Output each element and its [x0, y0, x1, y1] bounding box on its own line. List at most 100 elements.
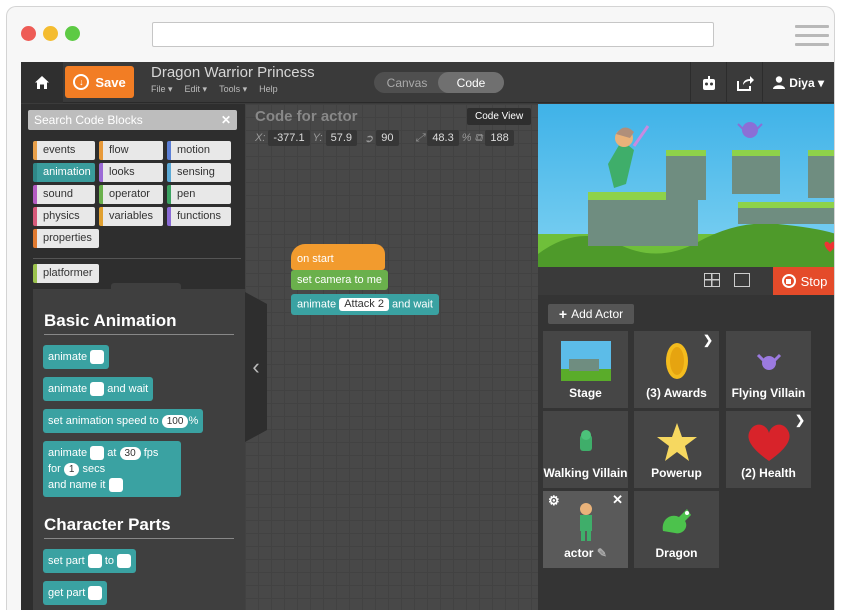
depth-icon: ⧉ [474, 131, 483, 144]
collapse-palette-button[interactable]: ‹ [245, 292, 267, 442]
block-set-part[interactable]: set part to [43, 549, 137, 573]
actor-label-text: actor [564, 546, 594, 560]
category-motion[interactable]: motion [167, 141, 231, 160]
category-animation[interactable]: animation [33, 163, 95, 182]
extension-platformer[interactable]: platformer [33, 264, 99, 283]
url-bar[interactable] [152, 22, 714, 47]
block-slot[interactable] [87, 554, 102, 569]
actor-label: (2) Health [741, 466, 796, 480]
save-button[interactable]: ↓ Save [65, 66, 134, 98]
tab-canvas[interactable]: Canvas [374, 72, 440, 93]
gear-icon[interactable]: ⚙ [548, 493, 560, 509]
block-animate-fps[interactable]: animate at 30 fps for 1 secs and name it [43, 441, 181, 497]
actor-tile-actor[interactable]: ⚙ ✕ actor ✎ [543, 491, 628, 568]
chevron-down-icon[interactable]: ❯ [795, 413, 805, 427]
coin-icon [665, 343, 688, 379]
maximize-dot[interactable] [65, 26, 80, 41]
category-events[interactable]: events [33, 141, 95, 160]
category-pen[interactable]: pen [167, 185, 231, 204]
block-get-part[interactable]: get part [43, 581, 108, 605]
block-slot[interactable] [117, 554, 132, 569]
block-palette: Search Code Blocks ✕ events flow motion … [21, 104, 248, 610]
top-bar: ↓ Save Dragon Warrior Princess File ▾ Ed… [21, 62, 834, 103]
share-icon [736, 75, 754, 91]
actor-tile-walking-villain[interactable]: Walking Villain [543, 411, 628, 488]
project-title[interactable]: Dragon Warrior Princess [151, 64, 315, 81]
pencil-icon[interactable]: ✎ [597, 546, 607, 560]
user-icon [773, 76, 786, 89]
y-label: Y: [312, 132, 323, 144]
block-text: % [188, 415, 199, 427]
x-field[interactable]: -377.1 [268, 130, 310, 146]
block-on-start[interactable]: on start [291, 244, 385, 270]
block-slot[interactable] [90, 350, 105, 365]
share-button[interactable] [726, 62, 762, 103]
grid-icon[interactable] [704, 273, 720, 287]
block-text: animate [48, 351, 88, 363]
add-actor-button[interactable]: + Add Actor [548, 304, 634, 324]
menu-file[interactable]: File ▾ [151, 84, 173, 95]
depth-field[interactable]: 188 [485, 130, 514, 146]
actor-tile-awards[interactable]: ❯ (3) Awards [634, 331, 719, 408]
block-slot[interactable] [90, 446, 105, 461]
close-icon[interactable]: ✕ [612, 492, 623, 508]
block-value[interactable]: 30 [119, 446, 141, 460]
category-functions[interactable]: functions [167, 207, 231, 226]
block-value[interactable]: 1 [63, 462, 80, 476]
menu-help[interactable]: Help [259, 84, 278, 95]
fullscreen-icon[interactable] [734, 273, 750, 287]
user-name: Diya ▾ [789, 75, 824, 90]
category-sound[interactable]: sound [33, 185, 95, 204]
recorder-button[interactable] [690, 62, 726, 103]
category-operator[interactable]: operator [99, 185, 163, 204]
block-slot[interactable] [88, 586, 103, 601]
actor-tile-stage[interactable]: Stage [543, 331, 628, 408]
category-flow[interactable]: flow [99, 141, 163, 160]
scale-field[interactable]: 48.3 [427, 130, 459, 146]
scale-unit: % [461, 132, 472, 144]
category-variables[interactable]: variables [99, 207, 163, 226]
category-physics[interactable]: physics [33, 207, 95, 226]
block-animate[interactable]: animate [43, 345, 110, 369]
animation-name-field[interactable]: Attack 2 [339, 298, 389, 311]
category-properties[interactable]: properties [33, 229, 99, 248]
menu-edit[interactable]: Edit ▾ [185, 84, 208, 95]
actor-label: Dragon [655, 546, 698, 560]
code-workspace[interactable]: Code for actor Code View X: -377.1 Y: 57… [245, 104, 538, 610]
tab-code[interactable]: Code [438, 72, 504, 93]
menu-bar: File ▾ Edit ▾ Tools ▾ Help [151, 84, 278, 95]
actor-label: Flying Villain [731, 386, 806, 400]
stop-button[interactable]: Stop [773, 267, 834, 295]
close-dot[interactable] [21, 26, 36, 41]
actor-tile-dragon[interactable]: Dragon [634, 491, 719, 568]
block-slot[interactable] [108, 478, 123, 493]
game-stage[interactable] [538, 104, 834, 267]
clear-icon[interactable]: ✕ [221, 113, 231, 127]
block-slot[interactable] [90, 382, 105, 397]
block-set-animation-speed[interactable]: set animation speed to 100% [43, 409, 204, 433]
rotation-field[interactable]: 90 [376, 130, 399, 146]
menu-tools[interactable]: Tools ▾ [219, 84, 247, 95]
y-field[interactable]: 57.9 [325, 130, 358, 146]
block-value[interactable]: 100 [161, 414, 189, 428]
search-code-blocks[interactable]: Search Code Blocks ✕ [28, 110, 237, 130]
actor-tile-flying-villain[interactable]: Flying Villain [726, 331, 811, 408]
stop-label: Stop [800, 273, 828, 289]
actor-tile-health[interactable]: ❯ (2) Health [726, 411, 811, 488]
chevron-down-icon[interactable]: ❯ [703, 333, 713, 347]
actor-tile-powerup[interactable]: Powerup [634, 411, 719, 488]
block-animate-and-wait[interactable]: animate and wait [43, 377, 154, 401]
section-basic-animation: Basic Animation [44, 311, 177, 330]
menu-icon[interactable] [795, 25, 829, 47]
category-sensing[interactable]: sensing [167, 163, 231, 182]
user-menu[interactable]: Diya ▾ [762, 62, 834, 103]
home-button[interactable] [21, 62, 63, 103]
minimize-dot[interactable] [43, 26, 58, 41]
block-set-camera[interactable]: set camera to me [291, 270, 388, 290]
stage-scene [538, 122, 834, 267]
block-animate-attack[interactable]: animate Attack 2 and wait [291, 294, 439, 315]
category-looks[interactable]: looks [99, 163, 163, 182]
x-label: X: [255, 132, 266, 144]
code-view-button[interactable]: Code View [467, 108, 532, 125]
actor-properties: X: -377.1 Y: 57.9 ➲ 90 ⤢ 48.3 % ⧉ 188 [255, 130, 514, 146]
